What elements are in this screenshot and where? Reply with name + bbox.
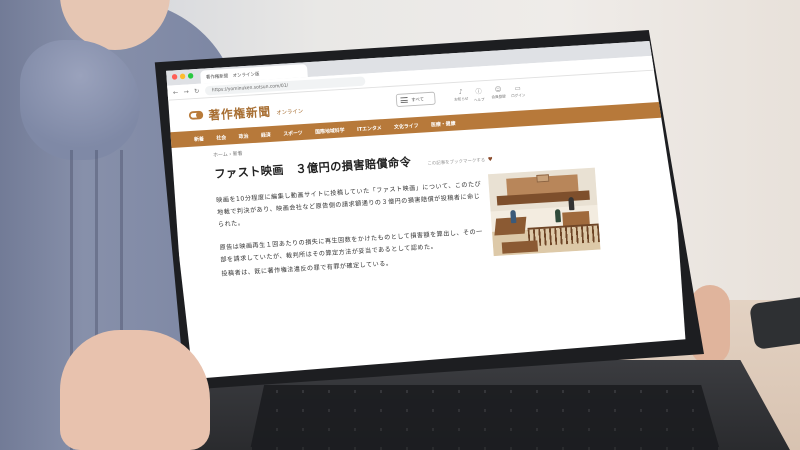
article-paragraph: 映画を10分程度に編集し動画サイトに投稿していた「ファスト映画」について、このた… xyxy=(216,180,482,229)
court-emblem xyxy=(536,174,550,183)
courtroom-illustration xyxy=(487,167,601,257)
person-figure xyxy=(554,209,562,223)
nav-item-medical[interactable]: 医療・健康 xyxy=(431,119,456,128)
help-button[interactable]: ⓘ ヘルプ xyxy=(473,87,485,103)
smartphone xyxy=(749,296,800,350)
login-icon: ▭ xyxy=(514,84,521,93)
notification-button[interactable]: ♪ お知らせ xyxy=(453,88,468,103)
nav-item-it-entertainment[interactable]: ITエンタメ xyxy=(357,123,382,132)
close-window-button[interactable] xyxy=(171,73,178,80)
nav-item-politics[interactable]: 政治 xyxy=(238,132,249,139)
register-button[interactable]: ☺ 会員登録 xyxy=(491,85,506,100)
nav-item-culture[interactable]: 文化ライフ xyxy=(394,121,419,130)
site-logo[interactable]: 著作権新聞 xyxy=(208,101,271,123)
person-figure xyxy=(510,209,517,224)
nav-item-society[interactable]: 社会 xyxy=(216,133,226,141)
forward-arrow-icon[interactable]: → xyxy=(183,88,189,96)
laptop-screen: 著作権新聞 オンライン版 ← → ↻ https://yominuken.sot… xyxy=(158,41,695,379)
all-menu-label: すべて xyxy=(411,96,425,103)
bookmark-icon: ♥ xyxy=(487,156,493,164)
browser-window: 著作権新聞 オンライン版 ← → ↻ https://yominuken.sot… xyxy=(166,41,688,379)
site-logo-icon[interactable] xyxy=(188,110,204,120)
login-label: ログイン xyxy=(510,92,526,99)
person-figure xyxy=(568,196,575,211)
nav-item-international[interactable]: 国際地域科学 xyxy=(315,126,345,135)
site-logo-subtitle: オンライン xyxy=(276,108,304,117)
nav-item-new[interactable]: 新着 xyxy=(194,134,204,142)
all-menu-button[interactable]: すべて xyxy=(395,91,436,108)
minimize-window-button[interactable] xyxy=(179,73,186,80)
left-hand xyxy=(60,330,210,450)
reload-icon[interactable]: ↻ xyxy=(194,87,200,95)
maximize-window-button[interactable] xyxy=(187,72,194,79)
back-arrow-icon[interactable]: ← xyxy=(173,88,179,96)
register-label: 会員登録 xyxy=(491,93,506,100)
defense-table xyxy=(501,240,539,254)
notification-label: お知らせ xyxy=(453,96,469,102)
nav-item-economy[interactable]: 経済 xyxy=(261,130,271,138)
bell-icon: ♪ xyxy=(458,88,463,96)
nav-item-sports[interactable]: スポーツ xyxy=(283,128,303,137)
user-plus-icon: ☺ xyxy=(494,85,502,94)
hamburger-icon xyxy=(400,97,408,104)
help-icon: ⓘ xyxy=(475,87,483,96)
login-button[interactable]: ▭ ログイン xyxy=(510,84,526,99)
help-label: ヘルプ xyxy=(473,96,485,103)
laptop-keyboard xyxy=(250,385,720,450)
